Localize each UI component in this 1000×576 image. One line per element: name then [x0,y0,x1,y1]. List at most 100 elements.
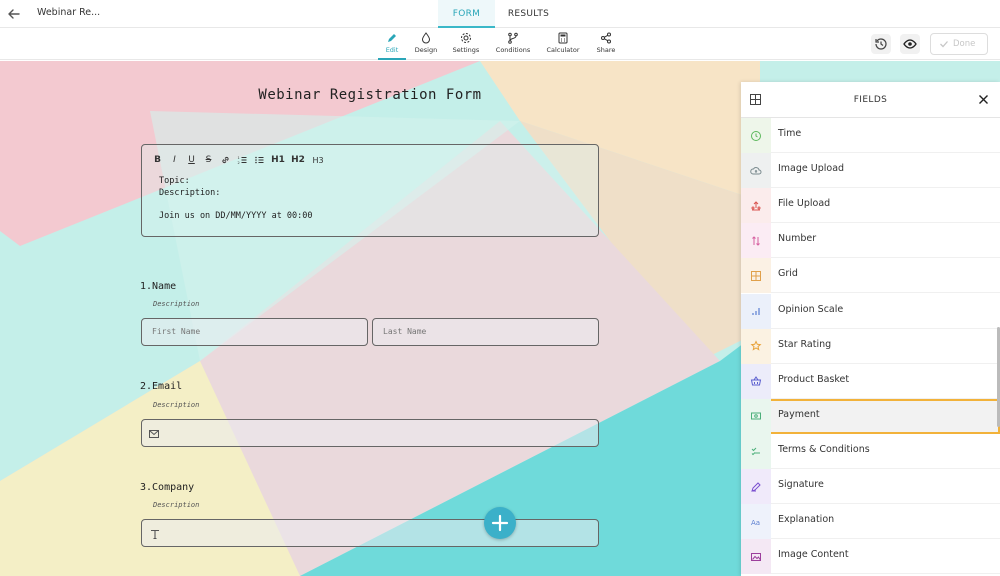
add-field-button[interactable] [484,507,516,539]
tool-design[interactable]: Design [412,32,440,60]
field-item-label: Grid [778,268,798,280]
clock-icon-wrap [741,118,771,153]
pencil-icon [388,34,396,42]
question-email-label: 2.Email [140,381,183,392]
tool-edit[interactable]: Edit [378,32,406,60]
star-icon [750,340,762,351]
cloud-upload-icon [750,166,762,175]
cloud-upload-icon-wrap [741,153,771,189]
form-title: Webinar Re... [37,7,101,18]
question-name-description[interactable]: Description [153,300,199,308]
question-email-description[interactable]: Description [153,401,199,409]
tool-settings[interactable]: Settings [450,32,482,60]
tool-design-label: Design [414,46,438,54]
tool-calculator-label: Calculator [546,46,580,54]
file-upload-icon-wrap [741,188,771,224]
history-icon [875,38,887,50]
explanation-icon-wrap: Aa [741,504,771,540]
payment-icon [751,412,761,420]
image-icon-wrap [741,539,771,575]
ordered-list-icon[interactable]: 12 [237,155,248,165]
field-item-explanation[interactable]: Aa Explanation [741,504,1000,540]
field-item-time[interactable]: Time [741,118,1000,153]
star-icon-wrap [741,328,771,364]
last-name-field[interactable]: Last Name [372,318,599,346]
preview-button[interactable] [900,34,920,54]
heading2-icon[interactable]: H2 [291,155,305,165]
grid-icon [751,270,761,281]
tool-share[interactable]: Share [593,32,619,60]
scale-icon [752,308,760,315]
done-label: Done [953,39,976,49]
field-item-number[interactable]: Number [741,223,1000,259]
payment-icon-wrap [741,398,771,434]
field-item-label: Image Upload [778,163,845,175]
field-item-label: Number [778,233,817,245]
company-field[interactable] [141,519,599,547]
strikethrough-icon[interactable]: S [203,155,214,165]
droplet-icon [421,32,431,44]
bullet-list-icon[interactable] [254,155,265,165]
basket-icon-wrap [741,363,771,399]
svg-text:1: 1 [238,156,240,160]
page-title: Webinar Registration Form [258,87,482,103]
plus-icon [491,514,509,532]
heading3-icon[interactable]: H3 [311,156,325,165]
field-item-signature[interactable]: Signature [741,469,1000,504]
branch-icon [508,32,518,44]
tool-share-label: Share [596,46,616,54]
field-item-label: File Upload [778,198,831,210]
tool-settings-label: Settings [452,46,480,54]
field-item-product-basket[interactable]: Product Basket [741,363,1000,399]
underline-icon[interactable]: U [186,155,197,165]
tool-calculator[interactable]: Calculator [544,32,582,60]
file-upload-icon [751,200,761,211]
grid-icon-wrap [741,258,771,294]
tool-conditions-label: Conditions [495,46,531,54]
field-item-image-content[interactable]: Image Content [741,539,1000,575]
field-item-star-rating[interactable]: Star Rating [741,328,1000,364]
italic-icon[interactable]: I [169,155,180,165]
field-item-label: Star Rating [778,338,832,350]
bold-icon[interactable]: B [152,155,163,165]
question-company-label: 3.Company [140,482,195,493]
field-item-file-upload[interactable]: File Upload [741,188,1000,224]
rich-text-line-description: Description: [159,188,221,198]
field-item-image-upload[interactable]: Image Upload [741,153,1000,189]
field-item-label: Signature [778,479,824,490]
signature-icon-wrap [741,469,771,504]
question-company-description[interactable]: Description [153,501,199,509]
rich-text-toolbar: B I U S 12 H1 H2 H3 [152,154,325,166]
tool-conditions[interactable]: Conditions [493,32,533,60]
explanation-icon: Aa [751,519,760,527]
tab-form[interactable]: FORM [438,0,495,28]
field-item-opinion-scale[interactable]: Opinion Scale [741,293,1000,329]
back-arrow-icon[interactable] [6,6,22,22]
done-button[interactable]: Done [930,33,988,55]
gear-icon [461,33,471,43]
svg-text:2: 2 [238,161,240,165]
field-item-grid[interactable]: Grid [741,258,1000,294]
svg-text:Aa: Aa [751,519,760,527]
field-item-label: Payment [778,408,820,420]
rich-text-line-topic: Topic: [159,176,190,186]
rich-text-block[interactable]: B I U S 12 H1 H2 H3 Topic: Description: … [141,144,599,237]
share-icon [601,32,611,44]
field-item-label: Explanation [778,514,835,526]
close-icon[interactable] [978,94,989,105]
envelope-icon [149,430,159,438]
heading1-icon[interactable]: H1 [271,155,285,165]
top-bar: Webinar Re... FORM RESULTS [0,0,1000,28]
email-field[interactable] [141,419,599,447]
terms-icon [751,448,760,456]
first-name-field[interactable]: First Name [141,318,368,346]
eye-icon [903,39,917,49]
field-item-terms-conditions[interactable]: Terms & Conditions [741,433,1000,469]
link-icon[interactable] [220,155,231,165]
tab-results[interactable]: RESULTS [500,0,557,28]
history-button[interactable] [871,34,891,54]
field-item-label: Time [778,128,802,139]
field-item-payment[interactable]: Payment [741,398,1000,434]
signature-icon [751,481,761,492]
image-icon [751,552,761,561]
